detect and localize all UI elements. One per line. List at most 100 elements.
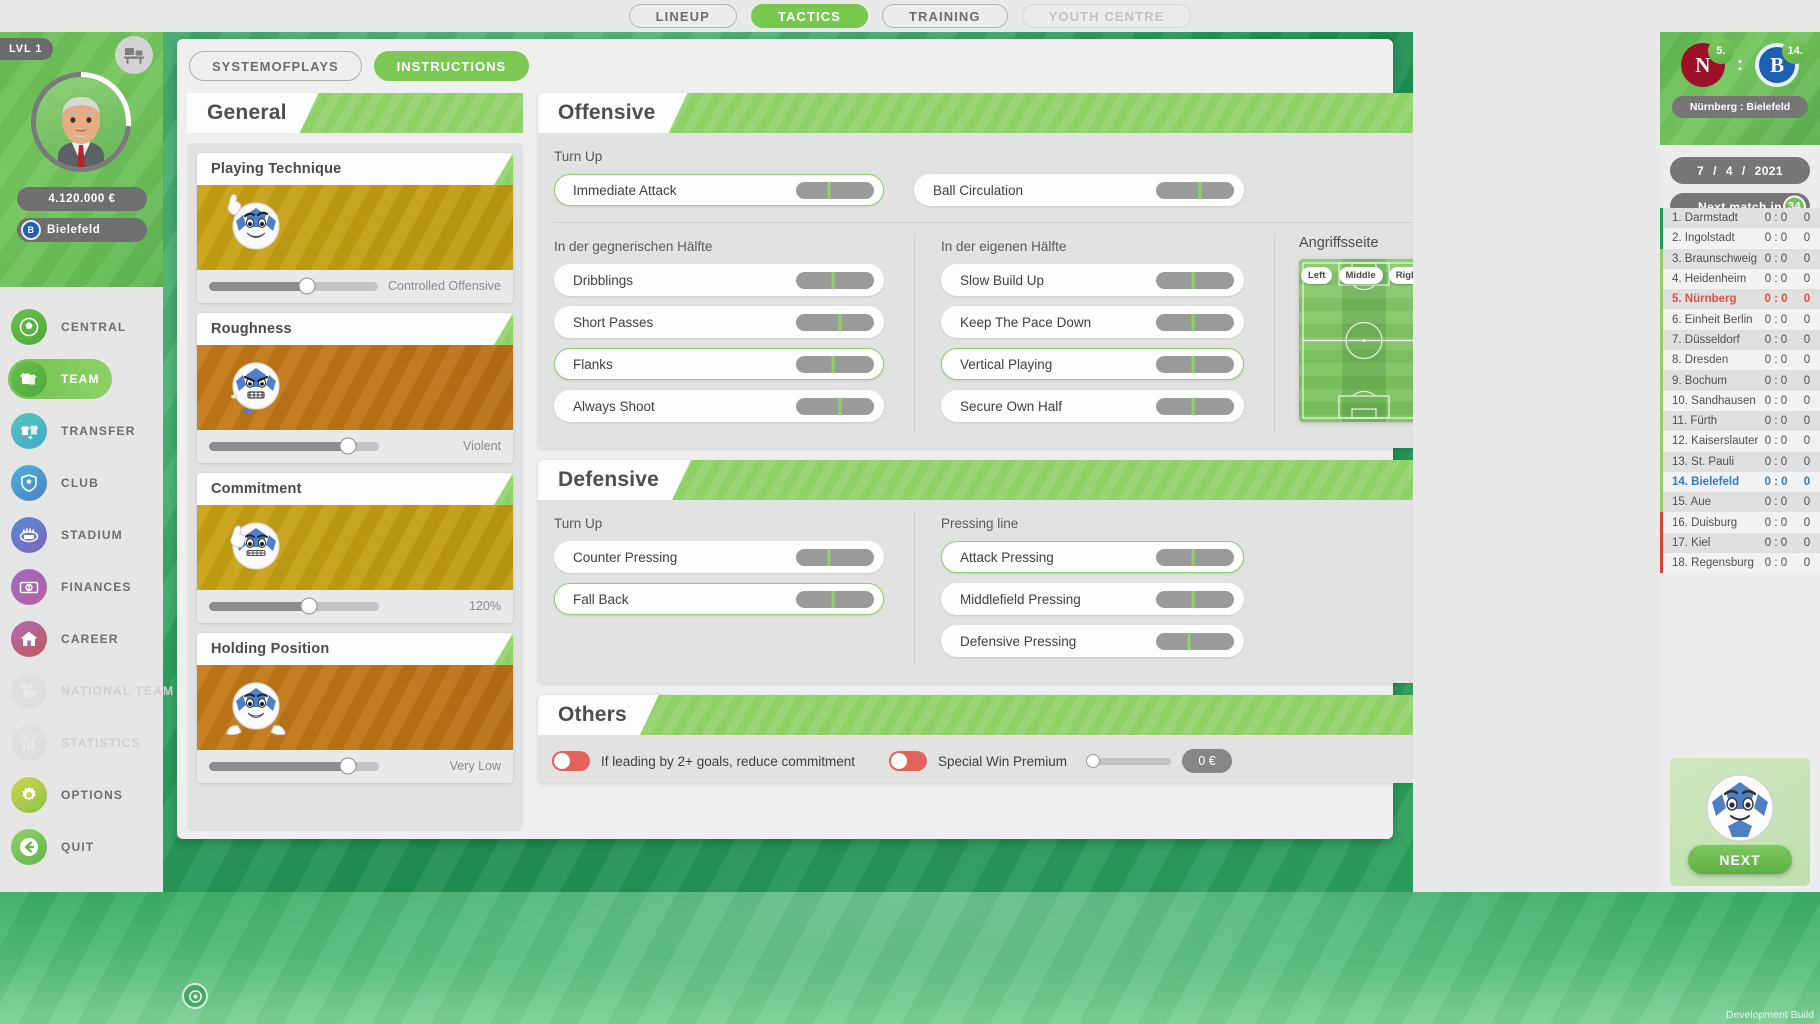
- trait-slider[interactable]: [209, 762, 379, 771]
- table-row[interactable]: 5. Nürnberg0 : 00: [1660, 289, 1820, 309]
- table-row[interactable]: 9. Bochum0 : 00: [1660, 370, 1820, 390]
- instruction-secure-own-half[interactable]: Secure Own Half: [941, 390, 1244, 422]
- table-row[interactable]: 4. Heidenheim0 : 00: [1660, 269, 1820, 289]
- table-row[interactable]: 12. Kaiserslautern0 : 00: [1660, 431, 1820, 451]
- instruction-attack-pressing[interactable]: Attack Pressing: [941, 541, 1244, 573]
- team-score: 0 : 0: [1758, 253, 1794, 265]
- slider-knob[interactable]: [340, 438, 357, 455]
- instruction-gauge[interactable]: [796, 272, 874, 289]
- instruction-gauge[interactable]: [1156, 356, 1234, 373]
- slider-knob[interactable]: [301, 598, 318, 615]
- table-row[interactable]: 1. Darmstadt0 : 00: [1660, 208, 1820, 228]
- sidebar-item-central[interactable]: CENTRAL: [0, 301, 163, 353]
- top-tab-lineup[interactable]: LINEUP: [629, 4, 737, 28]
- table-row[interactable]: 3. Braunschweig0 : 00: [1660, 249, 1820, 269]
- attack-zone-right[interactable]: Right: [1389, 267, 1413, 284]
- sidebar-item-transfer[interactable]: TRANSFER: [0, 405, 163, 457]
- instruction-dribblings[interactable]: Dribblings: [554, 264, 884, 296]
- table-row[interactable]: 14. Bielefeld0 : 00: [1660, 472, 1820, 492]
- slider-knob[interactable]: [299, 278, 316, 295]
- score-separator: :: [1737, 54, 1743, 76]
- top-tab-training[interactable]: TRAINING: [882, 4, 1008, 28]
- trait-header: Roughness: [197, 313, 513, 345]
- team-name: 17. Kiel: [1660, 537, 1758, 549]
- team-name: 18. Regensburg: [1660, 557, 1758, 569]
- sidebar-item-career[interactable]: CAREER: [0, 613, 163, 665]
- instruction-vertical-playing[interactable]: Vertical Playing: [941, 348, 1244, 380]
- team-score: 0 : 0: [1758, 375, 1794, 387]
- office-desk-icon[interactable]: [115, 36, 153, 74]
- instruction-defensive-pressing[interactable]: Defensive Pressing: [941, 625, 1244, 657]
- instruction-middlefield-pressing[interactable]: Middlefield Pressing: [941, 583, 1244, 615]
- instruction-gauge[interactable]: [796, 314, 874, 331]
- attack-zone-left[interactable]: Left: [1301, 267, 1332, 284]
- avatar[interactable]: [31, 72, 131, 172]
- trait-name: Holding Position: [211, 641, 329, 657]
- trait-value: Violent: [389, 439, 501, 453]
- subtab-systemofplays[interactable]: SYSTEMOFPLAYS: [189, 51, 362, 81]
- sidebar-item-team[interactable]: TEAM: [0, 353, 163, 405]
- table-row[interactable]: 18. Regensburg0 : 00: [1660, 553, 1820, 573]
- sidebar-item-stadium[interactable]: STADIUM: [0, 509, 163, 561]
- instruction-gauge[interactable]: [796, 549, 874, 566]
- instruction-flanks[interactable]: Flanks: [554, 348, 884, 380]
- trait-header: Commitment: [197, 473, 513, 505]
- sidebar-item-label: TRANSFER: [61, 424, 136, 438]
- team-name: 9. Bochum: [1660, 375, 1758, 387]
- instruction-gauge[interactable]: [1156, 272, 1234, 289]
- instruction-slow-build-up[interactable]: Slow Build Up: [941, 264, 1244, 296]
- instruction-gauge[interactable]: [1156, 182, 1234, 199]
- table-row[interactable]: 6. Einheit Berlin0 : 00: [1660, 309, 1820, 329]
- table-row[interactable]: 8. Dresden0 : 00: [1660, 350, 1820, 370]
- instruction-gauge[interactable]: [1156, 633, 1234, 650]
- trait-slider[interactable]: [209, 602, 379, 611]
- sidebar-item-club[interactable]: CLUB: [0, 457, 163, 509]
- away-team-crest[interactable]: B 14.: [1755, 43, 1799, 87]
- sidebar-item-quit[interactable]: QUIT: [0, 821, 163, 873]
- instruction-gauge[interactable]: [1156, 398, 1234, 415]
- table-row[interactable]: 10. Sandhausen0 : 00: [1660, 391, 1820, 411]
- instruction-always-shoot[interactable]: Always Shoot: [554, 390, 884, 422]
- toggle-switch[interactable]: [552, 751, 590, 771]
- subtab-instructions[interactable]: INSTRUCTIONS: [374, 51, 530, 81]
- instruction-gauge[interactable]: [796, 182, 874, 199]
- table-row[interactable]: 17. Kiel0 : 00: [1660, 533, 1820, 553]
- trait-slider[interactable]: [209, 282, 378, 291]
- instruction-gauge[interactable]: [796, 398, 874, 415]
- instruction-ball-circulation[interactable]: Ball Circulation: [914, 174, 1244, 206]
- instruction-fall-back[interactable]: Fall Back: [554, 583, 884, 615]
- instruction-keep-the-pace-down[interactable]: Keep The Pace Down: [941, 306, 1244, 338]
- premium-slider[interactable]: [1093, 758, 1171, 765]
- sidebar-item-finances[interactable]: FINANCES: [0, 561, 163, 613]
- instruction-gauge[interactable]: [1156, 314, 1234, 331]
- top-tab-youth-centre[interactable]: YOUTH CENTRE: [1022, 4, 1192, 28]
- table-row[interactable]: 16. Duisburg0 : 00: [1660, 512, 1820, 532]
- table-row[interactable]: 2. Ingolstadt0 : 00: [1660, 228, 1820, 248]
- instruction-counter-pressing[interactable]: Counter Pressing: [554, 541, 884, 573]
- help-icon[interactable]: [182, 983, 208, 1009]
- home-team-crest[interactable]: N 5.: [1681, 43, 1725, 87]
- table-row[interactable]: 11. Fürth0 : 00: [1660, 411, 1820, 431]
- trait-value: 120%: [389, 599, 501, 613]
- instruction-gauge[interactable]: [1156, 591, 1234, 608]
- slider-knob[interactable]: [340, 758, 357, 775]
- instruction-immediate-attack[interactable]: Immediate Attack: [554, 174, 884, 206]
- top-tab-tactics[interactable]: TACTICS: [751, 4, 868, 28]
- trait-slider[interactable]: [209, 442, 379, 451]
- toggle-switch[interactable]: [889, 751, 927, 771]
- instruction-gauge[interactable]: [796, 356, 874, 373]
- instruction-gauge[interactable]: [796, 591, 874, 608]
- club-display[interactable]: B Bielefeld: [17, 218, 147, 242]
- attack-zone-middle[interactable]: Middle: [1339, 267, 1383, 284]
- table-row[interactable]: 15. Aue0 : 00: [1660, 492, 1820, 512]
- table-row[interactable]: 13. St. Pauli0 : 00: [1660, 452, 1820, 472]
- sidebar-item-options[interactable]: OPTIONS: [0, 769, 163, 821]
- premium-slider-knob[interactable]: [1086, 754, 1100, 768]
- next-button[interactable]: NEXT: [1688, 845, 1792, 874]
- instruction-short-passes[interactable]: Short Passes: [554, 306, 884, 338]
- instruction-gauge[interactable]: [1156, 549, 1234, 566]
- toggle-label: Special Win Premium: [938, 754, 1067, 769]
- table-row[interactable]: 7. Düsseldorf0 : 00: [1660, 330, 1820, 350]
- defensive-panel: Defensive Turn Up Counter PressingFall B…: [538, 460, 1413, 683]
- pitch-diagram[interactable]: Left Middle Right: [1299, 259, 1413, 422]
